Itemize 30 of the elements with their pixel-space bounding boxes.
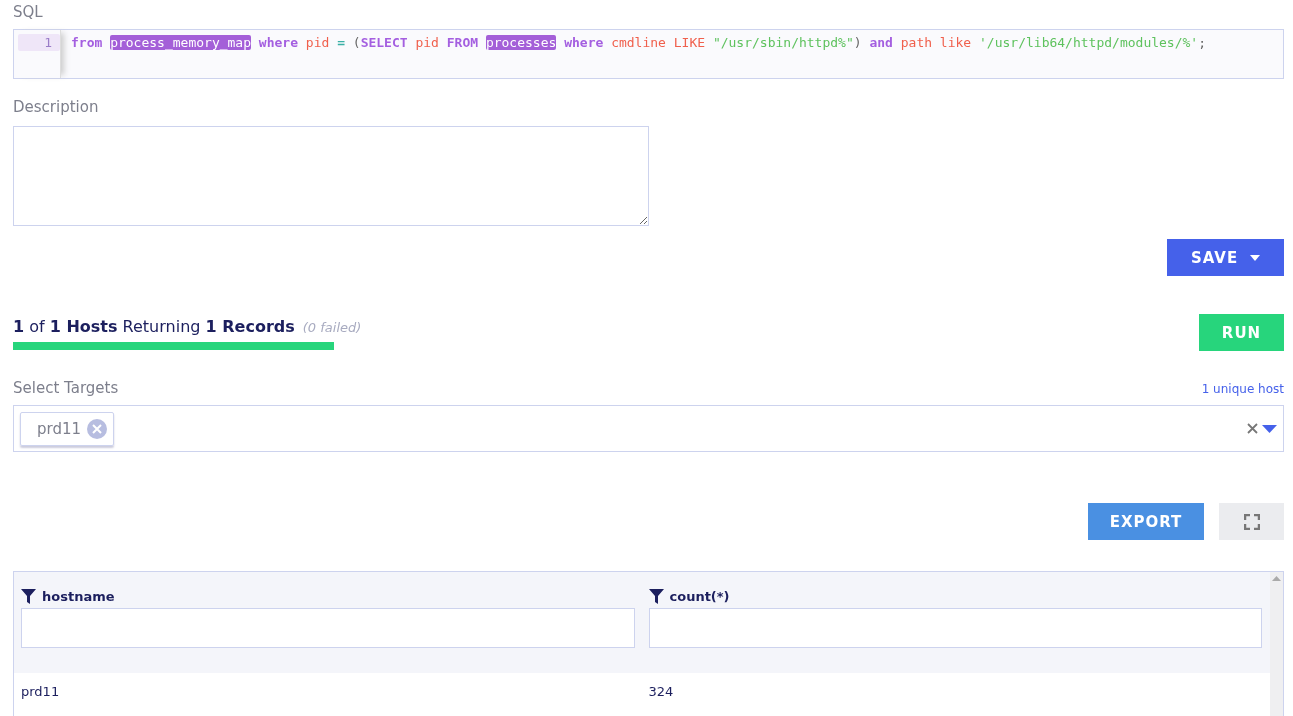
save-button[interactable]: SAVE (1167, 239, 1284, 276)
export-button[interactable]: EXPORT (1088, 503, 1204, 540)
failed-count: (0 failed) (302, 320, 362, 335)
table-cell-text: 324 (648, 683, 675, 699)
column-header[interactable]: hostname (42, 589, 115, 604)
remove-icon[interactable] (87, 418, 108, 439)
status-summary: 1 of 1 Hosts Returning 1 Records (13, 317, 295, 336)
scroll-up-icon[interactable] (1272, 576, 1281, 581)
clear-icon[interactable] (1247, 423, 1258, 434)
fullscreen-button[interactable] (1219, 503, 1284, 540)
target-chip[interactable]: prd11 (20, 411, 115, 446)
dropdown-icon[interactable] (1262, 424, 1277, 433)
description-field[interactable] (13, 126, 649, 226)
filter-icon[interactable] (21, 589, 36, 604)
column-filter-field[interactable] (648, 608, 1262, 648)
targets-select[interactable]: prd11 (13, 405, 1284, 452)
description-label: Description (13, 97, 100, 118)
sql-label: SQL (13, 2, 44, 23)
sql-code: from process_memory_map where pid = (SELECT pid FROM processes where cmdline LIKE "/usr/sbin/httpd%") and path like '/usr/lib64/httpd/modules/%'; (70, 34, 1206, 52)
sql-editor[interactable]: 1 from process_memory_map where pid = (SELECT pid FROM processes where cmdline LIKE "/usr/sbin/httpd%") and path like '/usr/lib64/httpd/modules/%'; (13, 29, 1284, 79)
unique-host-count: 1 unique host (1201, 382, 1284, 396)
filter-icon[interactable] (648, 589, 664, 604)
fullscreen-icon (1243, 513, 1260, 530)
table-cell-text: prd11 (21, 683, 61, 699)
targets-label: Select Targets (13, 378, 119, 399)
column-filter-field[interactable] (21, 608, 635, 648)
scrollbar[interactable] (1270, 572, 1283, 716)
column-header[interactable]: count(*) (669, 589, 730, 604)
line-number: 1 (18, 34, 60, 51)
caret-icon (1250, 254, 1261, 261)
